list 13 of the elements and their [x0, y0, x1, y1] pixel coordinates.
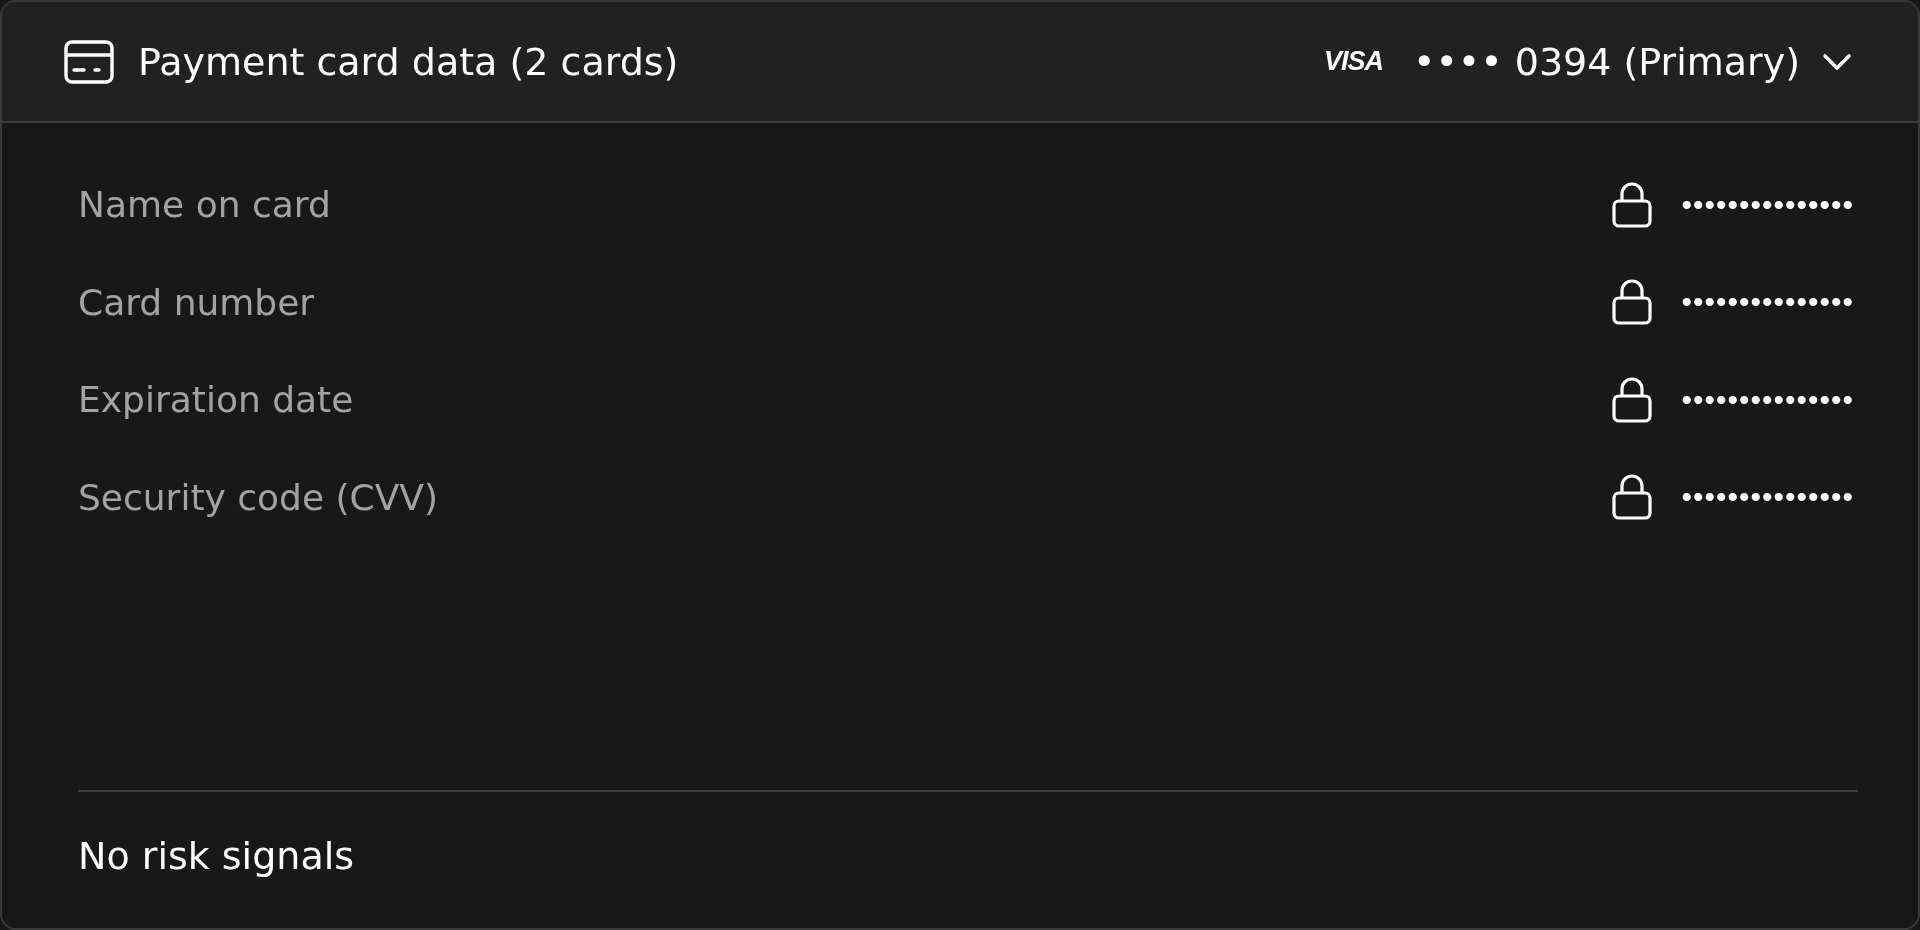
field-label: Security code (CVV): [78, 476, 440, 518]
credit-card-icon: [64, 39, 114, 84]
field-label: Name on card: [78, 184, 332, 226]
masked-value: •••••••••••••••: [1681, 285, 1854, 320]
masked-value: •••••••••••••••: [1681, 480, 1854, 515]
masked-value: •••••••••••••••: [1681, 187, 1854, 222]
risk-status: No risk signals: [78, 834, 355, 878]
masked-value: •••••••••••••••: [1681, 382, 1854, 417]
card-dropdown[interactable]: VISA •••• 0394 (Primary): [1323, 39, 1852, 84]
field-label: Card number: [78, 281, 316, 323]
field-label: Expiration date: [78, 379, 355, 421]
chevron-down-icon: [1822, 52, 1852, 71]
panel-title: Payment card data (2 cards): [138, 39, 680, 84]
